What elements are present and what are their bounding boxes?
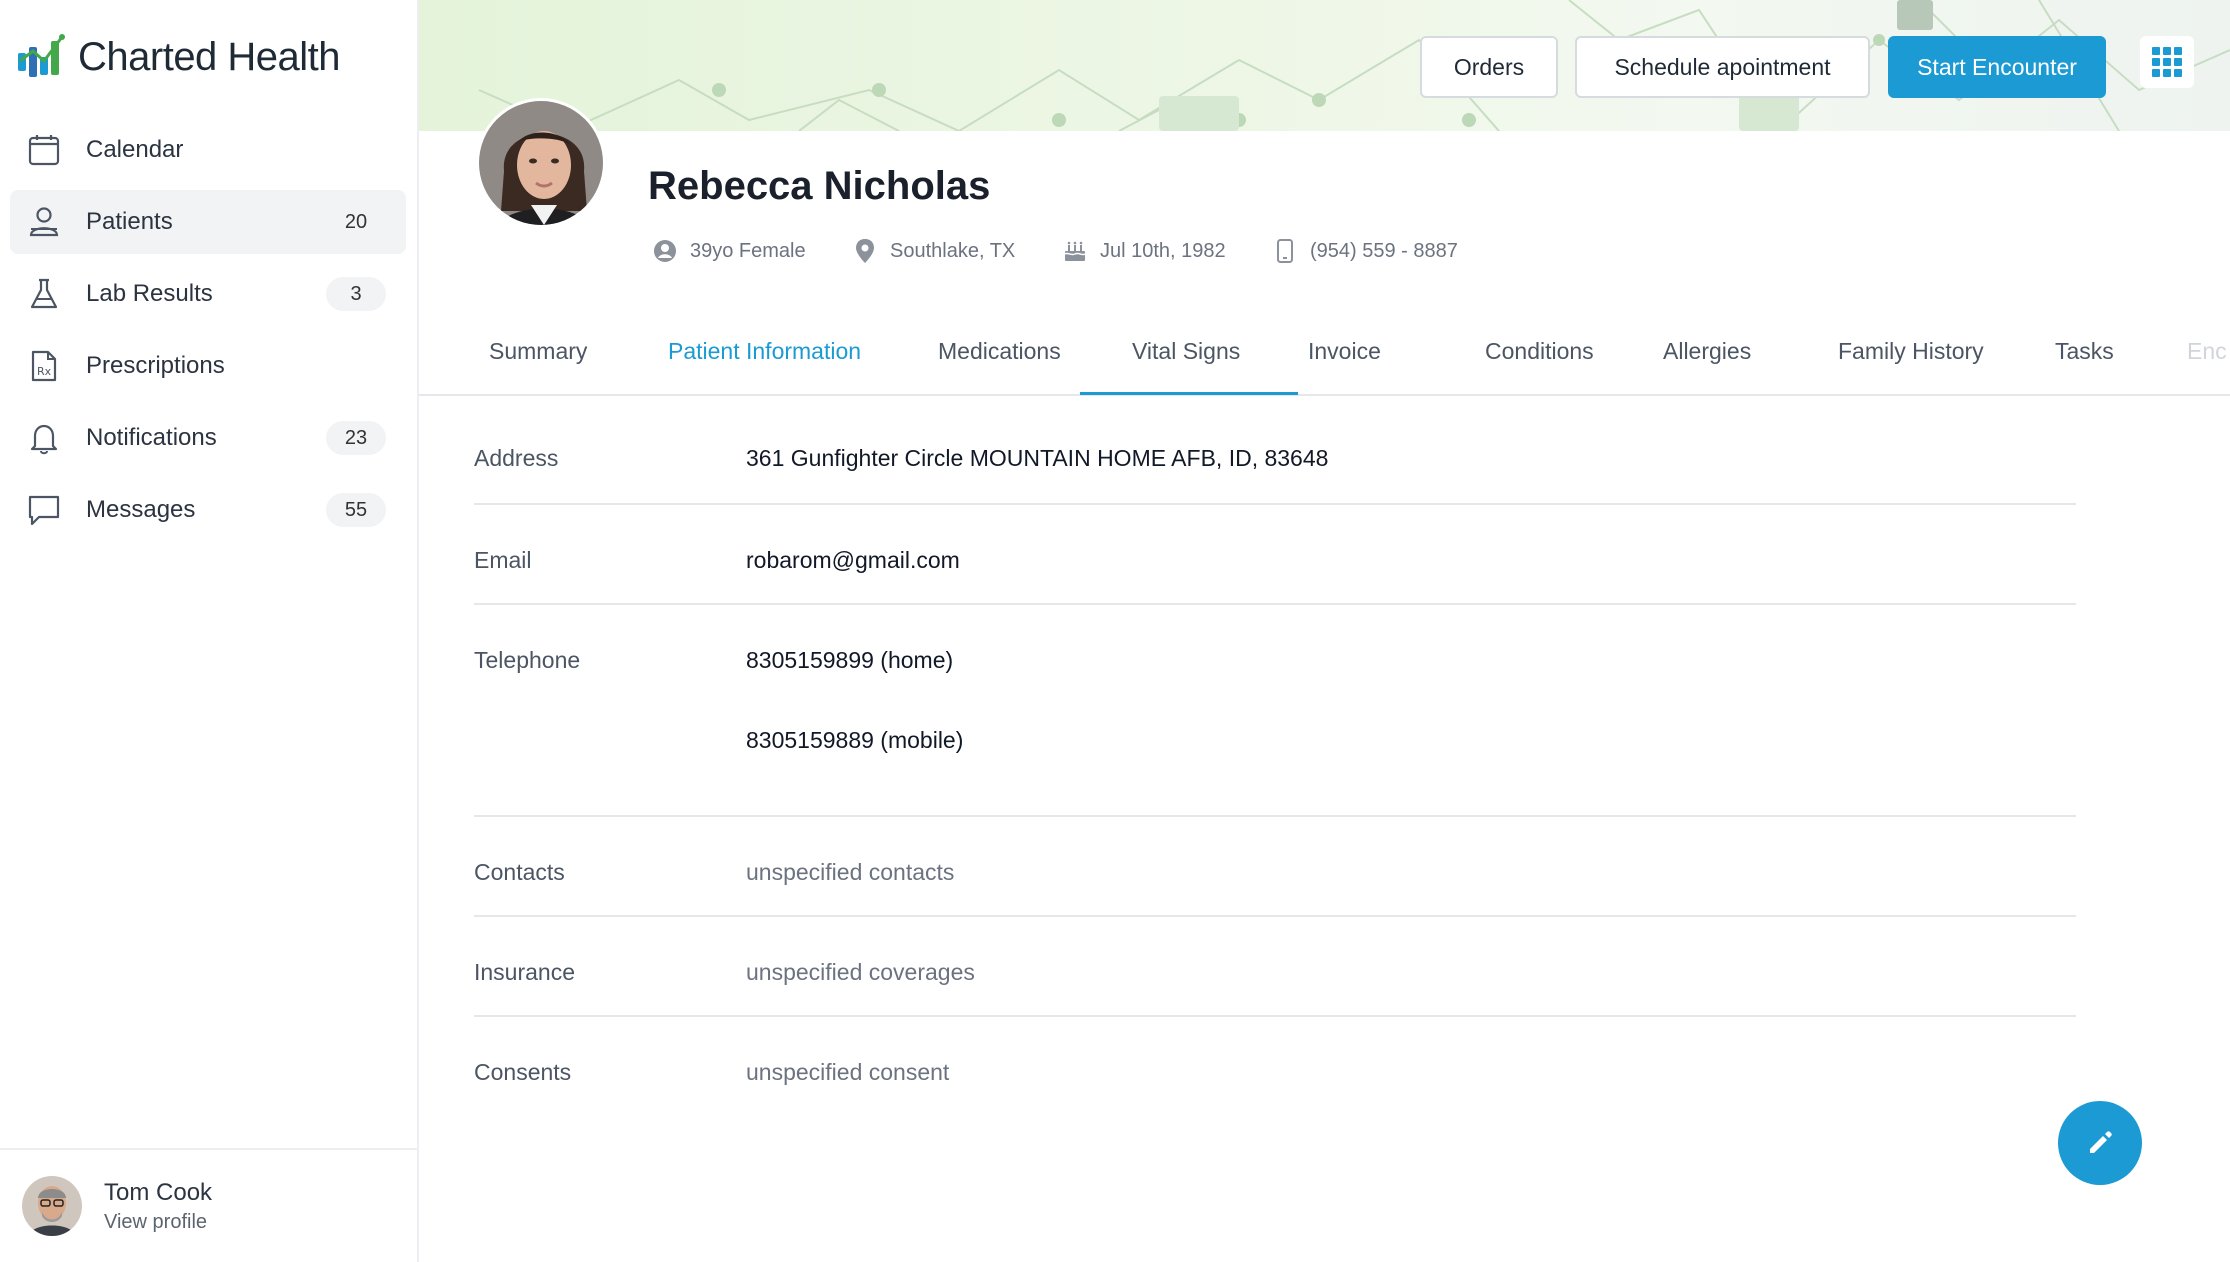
avatar [22,1176,82,1236]
telephone-home-value: 8305159899 (home) [746,647,954,673]
sidebar-item-label: Patients [86,208,173,235]
tab-summary[interactable]: Summary [489,338,587,365]
contacts-label: Contacts [474,859,565,885]
messages-count-badge: 55 [326,493,386,527]
tab-allergies[interactable]: Allergies [1663,338,1751,365]
tab-medications[interactable]: Medications [938,338,1061,365]
patient-information-panel: Address 361 Gunfighter Circle MOUNTAIN H… [474,400,2076,1117]
lab-results-count-badge: 3 [326,277,386,311]
location-pin-icon [852,238,878,264]
sidebar-nav: Calendar Patients 20 Lab Results 3 Rx Pr… [10,118,406,550]
patient-dob-text: Jul 10th, 1982 [1100,239,1226,262]
tab-family-history[interactable]: Family History [1838,338,1984,365]
apps-grid-button[interactable] [2140,36,2194,88]
consents-label: Consents [474,1059,572,1085]
sidebar-item-calendar[interactable]: Calendar [10,118,406,182]
grid-icon [2152,47,2182,77]
insurance-row: Insurance unspecified coverages [474,917,2076,1017]
tab-tasks[interactable]: Tasks [2055,338,2114,365]
consents-row: Consents unspecified consent [474,1017,2076,1117]
telephone-label: Telephone [474,647,581,673]
calendar-icon [26,132,62,168]
sidebar-item-label: Messages [86,496,196,523]
sidebar-item-notifications[interactable]: Notifications 23 [10,406,406,470]
patient-age-sex-text: 39yo Female [690,239,806,262]
sidebar-item-label: Prescriptions [86,352,225,379]
user-name: Tom Cook [104,1178,213,1206]
patient-age-sex: 39yo Female [652,236,806,266]
sidebar-item-label: Notifications [86,424,217,451]
consents-value: unspecified consent [746,1059,950,1085]
prescription-icon: Rx [26,348,62,384]
pencil-icon [2090,1131,2112,1153]
patient-tabs: Summary Patient Information Medications … [419,318,2230,396]
patient-avatar [476,98,606,228]
edit-button[interactable] [2058,1101,2142,1185]
logo[interactable]: Charted Health [16,30,341,84]
tab-conditions[interactable]: Conditions [1485,338,1594,365]
contacts-row: Contacts unspecified contacts [474,817,2076,917]
schedule-appointment-button[interactable]: Schedule apointment [1575,36,1870,98]
logo-mark-icon [18,34,65,77]
sidebar-item-prescriptions[interactable]: Rx Prescriptions [10,334,406,398]
active-tab-indicator [1080,392,1298,395]
birthday-cake-icon [1062,238,1088,264]
insurance-label: Insurance [474,959,576,985]
email-value: robarom@gmail.com [746,547,960,573]
address-value: 361 Gunfighter Circle MOUNTAIN HOME AFB,… [746,445,1329,471]
patient-location-text: Southlake, TX [890,239,1016,262]
brand-name: Charted Health [78,34,341,79]
orders-button[interactable]: Orders [1420,36,1558,98]
sidebar-item-label: Calendar [86,136,184,163]
insurance-value: unspecified coverages [746,959,975,985]
telephone-mobile-value: 8305159889 (mobile) [746,727,964,753]
start-encounter-button[interactable]: Start Encounter [1888,36,2106,98]
notifications-count-badge: 23 [326,421,386,455]
patients-icon [26,204,62,240]
sidebar: Charted Health Calendar Patients 20 Lab … [0,0,419,1262]
patients-count-badge: 20 [344,210,368,233]
sidebar-item-patients[interactable]: Patients 20 [10,190,406,254]
bell-icon [26,420,62,456]
email-row: Email robarom@gmail.com [474,505,2076,605]
email-label: Email [474,547,532,573]
tab-encounters[interactable]: Enc [2187,338,2227,365]
address-label: Address [474,445,559,471]
tab-vital-signs[interactable]: Vital Signs [1132,338,1240,365]
sidebar-item-lab-results[interactable]: Lab Results 3 [10,262,406,326]
user-circle-icon [652,238,678,264]
tab-patient-information[interactable]: Patient Information [668,338,861,365]
patient-phone-text: (954) 559 - 8887 [1310,239,1458,262]
telephone-row: Telephone 8305159899 (home) 8305159889 (… [474,605,2076,817]
patient-location: Southlake, TX [852,236,1015,266]
sidebar-item-messages[interactable]: Messages 55 [10,478,406,542]
svg-text:Rx: Rx [37,365,52,378]
patient-dob: Jul 10th, 1982 [1062,236,1226,266]
address-row: Address 361 Gunfighter Circle MOUNTAIN H… [474,400,2076,505]
user-profile[interactable]: Tom Cook View profile [0,1148,417,1262]
view-profile-link[interactable]: View profile [104,1211,212,1234]
message-icon [26,492,62,528]
tab-invoice[interactable]: Invoice [1308,338,1381,365]
sidebar-item-label: Lab Results [86,280,213,307]
contacts-value: unspecified contacts [746,859,955,885]
mobile-phone-icon [1272,238,1298,264]
patient-phone: (954) 559 - 8887 [1272,236,1458,266]
flask-icon [26,276,62,312]
patient-name: Rebecca Nicholas [648,164,991,208]
